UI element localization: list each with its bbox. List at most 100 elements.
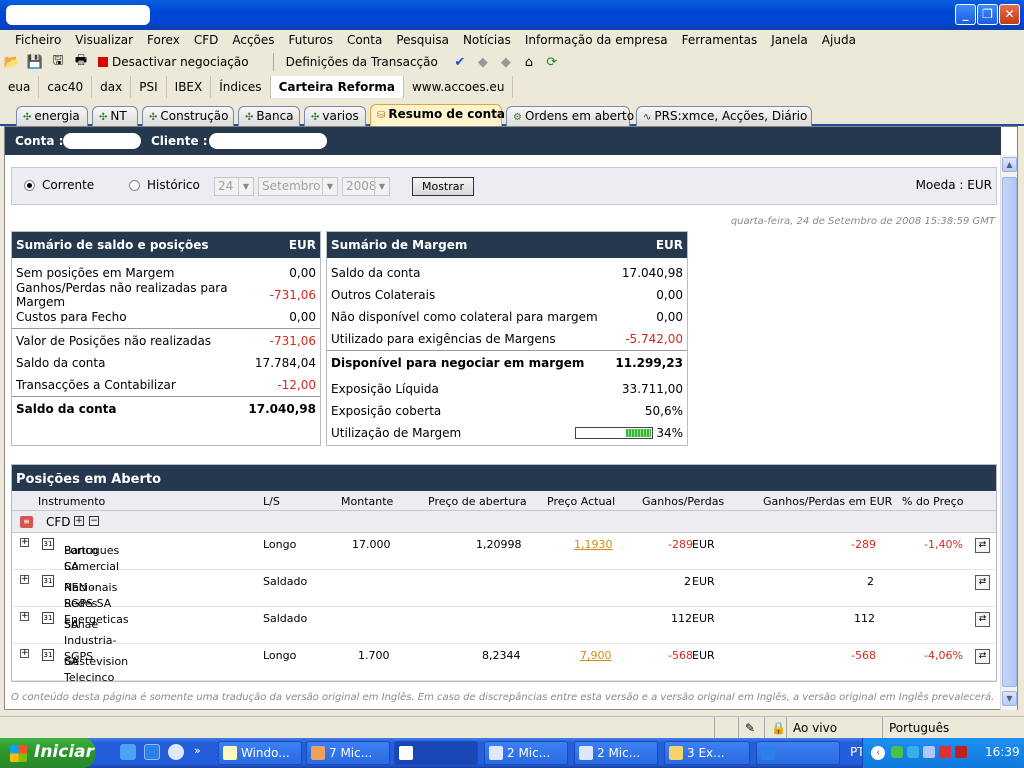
taskbar-explorer-group[interactable]: 3 Ex... <box>664 741 750 765</box>
trade-action-icon[interactable]: ⇄ <box>975 575 990 590</box>
tab-label: Banca <box>256 109 294 123</box>
workspace-tab-dax[interactable]: dax <box>92 76 132 98</box>
menu-ajuda[interactable]: Ajuda <box>815 33 863 47</box>
col-pct-preco[interactable]: % do Preço <box>902 495 963 508</box>
col-ganhos-perdas[interactable]: Ganhos/Perdas <box>642 495 724 508</box>
tab-energia[interactable]: ✣ energia <box>16 106 88 126</box>
tab-resumo-de-conta[interactable]: ⛁ Resumo de conta <box>370 104 505 126</box>
col-instrumento[interactable]: Instrumento <box>38 495 105 508</box>
menu-forex[interactable]: Forex <box>140 33 187 47</box>
menu-accoes[interactable]: Acções <box>225 33 281 47</box>
media-player-icon[interactable] <box>168 744 184 760</box>
col-montante[interactable]: Montante <box>341 495 393 508</box>
messenger-icon[interactable] <box>891 746 903 758</box>
menu-janela[interactable]: Janela <box>764 33 815 47</box>
menu-futuros[interactable]: Futuros <box>282 33 340 47</box>
show-button[interactable]: Mostrar <box>412 177 474 196</box>
menu-bar: Ficheiro Visualizar Forex CFD Acções Fut… <box>0 30 1024 50</box>
workspace-tab-cac40[interactable]: cac40 <box>39 76 93 98</box>
menu-ferramentas[interactable]: Ferramentas <box>675 33 765 47</box>
network-icon[interactable] <box>907 746 919 758</box>
language-status[interactable]: Português <box>882 717 1024 739</box>
antivirus-icon[interactable] <box>939 746 951 758</box>
app-tray-icon[interactable] <box>955 746 967 758</box>
transaction-settings-button[interactable]: Definições da Transacção <box>286 55 438 69</box>
year-select[interactable]: 2008 ▼ <box>342 177 390 196</box>
quicklaunch-overflow-icon[interactable]: » <box>194 744 201 757</box>
refresh-icon[interactable]: ⟳ <box>542 52 562 72</box>
internet-explorer-icon[interactable] <box>144 744 160 760</box>
scroll-thumb[interactable] <box>1002 177 1017 687</box>
workspace-tab-accoes-eu[interactable]: www.accoes.eu <box>404 76 514 98</box>
save-icon[interactable]: 💾 <box>25 52 45 72</box>
vertical-scrollbar[interactable]: ▲ ▼ <box>1000 155 1017 710</box>
menu-informacao-empresa[interactable]: Informação da empresa <box>518 33 675 47</box>
open-folder-icon[interactable]: 📂 <box>2 52 22 72</box>
taskbar-office-group-2[interactable]: 2 Mic... <box>574 741 658 765</box>
trade-action-icon[interactable]: ⇄ <box>975 649 990 664</box>
disable-trading-button[interactable]: Desactivar negociação <box>112 55 249 69</box>
col-ganhos-perdas-eur[interactable]: Ganhos/Perdas em EUR <box>763 495 892 508</box>
tab-prs-chart[interactable]: ∿ PRS:xmce, Acções, Diário <box>636 106 812 126</box>
tab-varios[interactable]: ✣ varios <box>304 106 366 126</box>
current-price-link[interactable]: 7,900 <box>580 649 612 662</box>
workspace-tab-psi[interactable]: PSI <box>131 76 167 98</box>
taskbar-windows-button[interactable]: Windo... <box>218 741 302 765</box>
radio-historico[interactable] <box>129 180 140 191</box>
expand-row-icon[interactable]: + <box>20 612 29 621</box>
trade-action-icon[interactable]: ⇄ <box>975 612 990 627</box>
close-button[interactable]: ✕ <box>999 4 1020 25</box>
collapse-all-icon[interactable]: − <box>89 516 99 526</box>
forward-arrow-icon[interactable]: ◆ <box>496 52 516 72</box>
tray-expand-icon[interactable]: ‹ <box>871 746 885 760</box>
volume-icon[interactable] <box>923 746 935 758</box>
expand-row-icon[interactable]: + <box>20 538 29 547</box>
col-preco-abertura[interactable]: Preço de abertura <box>428 495 527 508</box>
current-price-link[interactable]: 1,1930 <box>574 538 613 551</box>
col-preco-actual[interactable]: Preço Actual <box>547 495 615 508</box>
back-arrow-icon[interactable]: ◆ <box>473 52 493 72</box>
day-select[interactable]: 24 ▼ <box>214 177 254 196</box>
tab-ordens-em-aberto[interactable]: ⚙ Ordens em aberto <box>506 106 634 126</box>
expand-all-icon[interactable]: + <box>74 516 84 526</box>
row-value: 0,00 <box>289 266 316 280</box>
print-icon[interactable]: 🖶 <box>71 52 91 72</box>
minimize-button[interactable]: _ <box>955 4 976 25</box>
taskbar-word-group[interactable]: 7 Mic... <box>306 741 390 765</box>
workspace-tab-indices[interactable]: Índices <box>211 76 271 98</box>
scroll-down-icon[interactable]: ▼ <box>1002 691 1017 706</box>
trade-action-icon[interactable]: ⇄ <box>975 538 990 553</box>
taskbar-office-group-1[interactable]: 2 Mic... <box>484 741 568 765</box>
workspace-tab-carteira-reforma[interactable]: Carteira Reforma <box>270 76 404 98</box>
show-desktop-icon[interactable] <box>120 744 136 760</box>
expand-row-icon[interactable]: + <box>20 649 29 658</box>
menu-ficheiro[interactable]: Ficheiro <box>8 33 68 47</box>
radio-corrente[interactable] <box>24 180 35 191</box>
tab-nt[interactable]: ✣ NT <box>92 106 138 126</box>
scroll-up-icon[interactable]: ▲ <box>1002 157 1017 172</box>
position-row[interactable]: + 31 Sonae Industria-SGPS SA Saldado 112 … <box>12 607 996 663</box>
position-row[interactable]: + 31 REN - Redes Energeticas Nacionais SG… <box>12 570 996 626</box>
menu-visualizar[interactable]: Visualizar <box>68 33 140 47</box>
menu-noticias[interactable]: Notícias <box>456 33 518 47</box>
position-row[interactable]: + 31 Banco Comercial Portugues SA Longo 1… <box>12 533 996 573</box>
menu-pesquisa[interactable]: Pesquisa <box>389 33 456 47</box>
col-ls[interactable]: L/S <box>263 495 280 508</box>
month-select[interactable]: Setembro ▼ <box>258 177 338 196</box>
task-label: 3 Ex... <box>687 746 725 760</box>
start-button[interactable]: Iniciar <box>0 738 95 768</box>
menu-conta[interactable]: Conta <box>340 33 389 47</box>
menu-cfd[interactable]: CFD <box>187 33 226 47</box>
tab-construcao[interactable]: ✣ Construção <box>142 106 234 126</box>
workspace-tab-ibex[interactable]: IBEX <box>167 76 212 98</box>
save-as-icon[interactable]: 🖫 <box>48 52 68 72</box>
restore-button[interactable]: ❐ <box>977 4 998 25</box>
home-icon[interactable]: ⌂ <box>519 52 539 72</box>
taskbar-browser-button[interactable] <box>756 741 840 765</box>
checkmark-icon[interactable]: ✔ <box>450 52 470 72</box>
workspace-tab-eua[interactable]: eua <box>0 76 40 98</box>
position-row[interactable]: + 31 Gestevision Telecinco SA Longo 1.700… <box>12 644 996 684</box>
taskbar-active-window[interactable] <box>394 741 478 765</box>
expand-row-icon[interactable]: + <box>20 575 29 584</box>
tab-banca[interactable]: ✣ Banca <box>238 106 300 126</box>
